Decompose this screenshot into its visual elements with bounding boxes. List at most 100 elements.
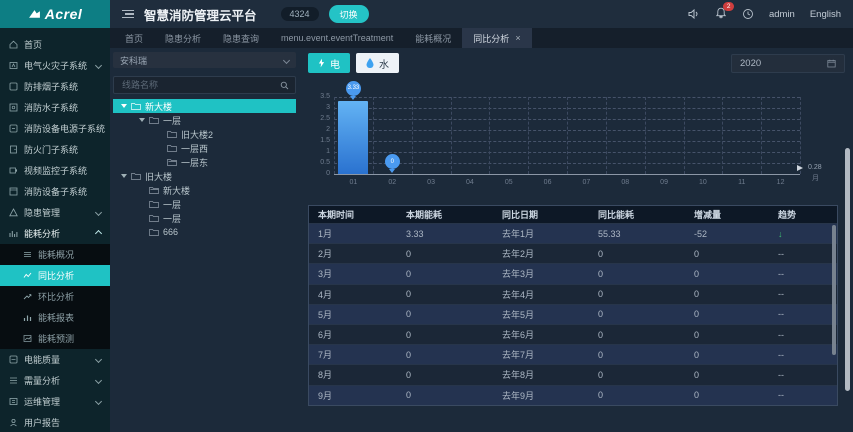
gridline bbox=[683, 97, 685, 174]
fire-door-icon bbox=[10, 145, 17, 154]
sidebar-item-equipment-power[interactable]: 消防设备电源子系统 bbox=[0, 118, 110, 139]
folder-icon bbox=[149, 201, 159, 208]
close-icon[interactable]: × bbox=[515, 33, 520, 43]
sidebar-item-video-monitor[interactable]: 视频监控子系统 bbox=[0, 160, 110, 181]
bar bbox=[338, 100, 369, 174]
tree-node[interactable]: 666 bbox=[113, 225, 296, 239]
tab-home[interactable]: 首页 bbox=[114, 28, 154, 48]
y-axis-tick: 3 bbox=[326, 104, 330, 111]
x-axis-tick: 05 bbox=[504, 179, 513, 186]
tree-node[interactable]: 旧大楼 bbox=[113, 169, 296, 183]
gridline bbox=[528, 97, 530, 174]
tree-node[interactable]: 一层 bbox=[113, 197, 296, 211]
sidebar-item-fire-door[interactable]: 防火门子系统 bbox=[0, 139, 110, 160]
tab-hazard-query[interactable]: 隐患查询 bbox=[212, 28, 270, 48]
gridline bbox=[334, 97, 335, 174]
sidebar-item-home[interactable]: 首页 bbox=[0, 34, 110, 55]
tree-node[interactable]: 一层东 bbox=[113, 155, 296, 169]
gridline bbox=[567, 97, 568, 174]
y-axis-tick: 0.5 bbox=[320, 159, 330, 166]
electric-fire-icon bbox=[9, 62, 18, 69]
sidebar-item-energy-analysis[interactable]: 能耗分析 bbox=[0, 223, 110, 244]
notification-bell[interactable]: 2 bbox=[715, 1, 734, 22]
page-scrollbar[interactable] bbox=[845, 148, 850, 391]
submenu-energy-overview[interactable]: 能耗概况 bbox=[0, 244, 110, 265]
folder-icon bbox=[131, 103, 141, 110]
water-toggle-button[interactable]: 水 bbox=[356, 53, 399, 73]
submenu-energy-report[interactable]: 能耗报表 bbox=[0, 307, 110, 328]
submenu-yoy-analysis[interactable]: 同比分析 bbox=[0, 265, 110, 286]
tab-event-treatment[interactable]: menu.event.eventTreatment bbox=[270, 28, 404, 48]
switch-button[interactable]: 切换 bbox=[328, 5, 369, 23]
sidebar-item-fire-equipment[interactable]: 消防设备子系统 bbox=[0, 181, 110, 202]
chevron-down-icon bbox=[94, 208, 103, 217]
expand-arrow-icon[interactable] bbox=[121, 174, 127, 178]
x-axis-tick: 03 bbox=[427, 179, 435, 186]
chevron-down-icon bbox=[94, 355, 103, 364]
energy-analysis-icon bbox=[9, 231, 18, 237]
year-picker[interactable]: 2020 bbox=[731, 53, 845, 73]
tab-energy-overview[interactable]: 能耗概况 bbox=[404, 28, 462, 48]
expand-arrow-icon[interactable] bbox=[121, 104, 127, 108]
yoy-table: 本期时间 本期能耗 同比日期 同比能耗 增减量 趋势 1月 3.33 去年1月 55.… bbox=[308, 205, 838, 406]
tree-node[interactable]: 旧大楼2 bbox=[113, 127, 296, 141]
count-badge: 4324 bbox=[280, 7, 319, 21]
gridline bbox=[761, 97, 763, 174]
submenu-mom-analysis[interactable]: 环比分析 bbox=[0, 286, 110, 307]
table-scrollbar[interactable] bbox=[832, 225, 836, 355]
sidebar-item-smoke-control[interactable]: 防排烟子系统 bbox=[0, 76, 110, 97]
table-row: 2月 0 去年2月 0 0 -- bbox=[309, 243, 837, 264]
tree-node[interactable]: 一层西 bbox=[113, 141, 296, 155]
electric-toggle-button[interactable]: 电 bbox=[308, 53, 350, 73]
x-axis-tick: 12 bbox=[776, 179, 785, 186]
sidebar-item-power-quality[interactable]: 电能质量 bbox=[0, 349, 110, 370]
table-body: 1月 3.33 去年1月 55.33 -52 ↓ 2月 0 去年2月 0 0 -- 3月 0 去年3月 0… bbox=[309, 223, 837, 405]
y-axis-tick: 1.5 bbox=[320, 137, 330, 144]
search-icon[interactable] bbox=[280, 81, 289, 90]
sidebar-item-fire-water[interactable]: 消防水子系统 bbox=[0, 97, 110, 118]
speaker-icon[interactable] bbox=[688, 8, 700, 20]
app-title: 智慧消防管理云平台 bbox=[144, 8, 257, 23]
gridline bbox=[605, 97, 607, 174]
table-row: 8月 0 去年8月 0 0 -- bbox=[309, 364, 837, 385]
chevron-down-icon bbox=[282, 56, 291, 64]
tab-yoy-analysis[interactable]: 同比分析 × bbox=[462, 28, 532, 48]
trend-arrow-icon bbox=[23, 294, 32, 300]
search-input[interactable] bbox=[120, 79, 280, 91]
power-quality-icon bbox=[9, 355, 18, 364]
clock-icon[interactable] bbox=[742, 8, 754, 20]
sidebar-item-ops-management[interactable]: 运维管理 bbox=[0, 391, 110, 412]
sidebar-item-user-report[interactable]: 用户报告 bbox=[0, 412, 110, 432]
building-tree: 新大楼 一层 旧大楼2 一层西 一层东 旧大楼 新大楼 一层 一层 666 bbox=[113, 99, 296, 239]
chart-toolbar: 电 水 2020 bbox=[308, 52, 845, 74]
tree-node[interactable]: 新大楼 bbox=[113, 183, 296, 197]
markline-value: 0.28 bbox=[808, 163, 822, 171]
user-name[interactable]: admin bbox=[769, 9, 795, 20]
expand-arrow-icon[interactable] bbox=[139, 118, 145, 122]
menu-collapse-icon[interactable] bbox=[122, 9, 134, 19]
logo-text: Acrel bbox=[44, 6, 83, 22]
tree-node[interactable]: 新大楼 bbox=[113, 99, 296, 113]
water-drop-icon bbox=[366, 58, 374, 68]
ops-management-icon bbox=[9, 398, 18, 405]
table-row: 1月 3.33 去年1月 55.33 -52 ↓ bbox=[309, 223, 837, 244]
folder-icon bbox=[149, 215, 159, 222]
sidebar-item-hazard-management[interactable]: 隐患管理 bbox=[0, 202, 110, 223]
table-row: 9月 0 去年9月 0 0 -- bbox=[309, 384, 837, 405]
video-monitor-icon bbox=[9, 167, 17, 174]
data-point-bubble: 0 bbox=[384, 154, 400, 169]
tree-node[interactable]: 一层 bbox=[113, 113, 296, 127]
tree-node[interactable]: 一层 bbox=[113, 211, 296, 225]
org-select[interactable]: 安科瑞 bbox=[113, 52, 296, 68]
list-icon bbox=[24, 252, 31, 257]
language-switcher[interactable]: English bbox=[810, 9, 841, 20]
sidebar-item-demand-analysis[interactable]: 需量分析 bbox=[0, 370, 110, 391]
table-row: 4月 0 去年4月 0 0 -- bbox=[309, 283, 837, 304]
line-search[interactable] bbox=[113, 76, 296, 94]
markline-arrow-icon bbox=[797, 164, 803, 171]
x-axis-tick: 04 bbox=[466, 179, 474, 186]
tab-hazard-analysis[interactable]: 隐患分析 bbox=[154, 28, 212, 48]
x-axis-tick: 08 bbox=[621, 179, 630, 186]
sidebar-item-electric-fire[interactable]: 电气火灾子系统 bbox=[0, 55, 110, 76]
submenu-energy-forecast[interactable]: 能耗预测 bbox=[0, 328, 110, 349]
